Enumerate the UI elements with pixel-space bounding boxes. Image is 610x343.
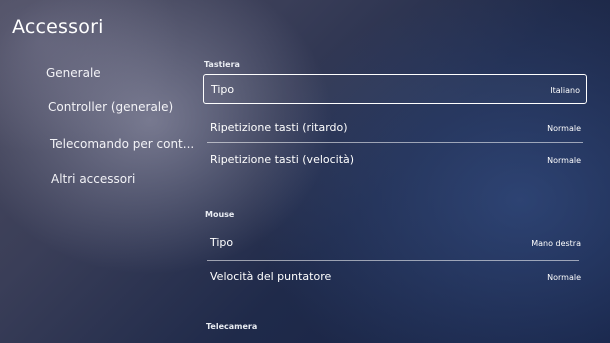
row-value: Mano destra bbox=[531, 239, 581, 248]
row-value: Italiano bbox=[550, 86, 580, 95]
row-label: Tipo bbox=[211, 83, 235, 96]
keyboard-type-row[interactable]: Tipo Italiano bbox=[203, 74, 587, 104]
divider bbox=[207, 142, 583, 143]
settings-screen: Accessori Generale Controller (generale)… bbox=[0, 0, 610, 343]
keyboard-repeat-delay-row[interactable]: Ripetizione tasti (ritardo) Normale bbox=[203, 113, 587, 143]
section-heading-camera: Telecamera bbox=[206, 322, 258, 331]
mouse-pointer-speed-row[interactable]: Velocità del puntatore Normale bbox=[203, 262, 587, 292]
row-value: Normale bbox=[547, 156, 581, 165]
sidebar-item-remote[interactable]: Telecomando per cont... bbox=[50, 137, 194, 151]
row-value: Normale bbox=[547, 124, 581, 133]
mouse-type-row[interactable]: Tipo Mano destra bbox=[203, 228, 587, 258]
row-label: Ripetizione tasti (ritardo) bbox=[210, 121, 348, 134]
row-value: Normale bbox=[547, 273, 581, 282]
sidebar: Generale Controller (generale) Telecoman… bbox=[0, 0, 194, 343]
section-heading-mouse: Mouse bbox=[205, 210, 235, 219]
sidebar-item-controller[interactable]: Controller (generale) bbox=[48, 100, 173, 114]
row-label: Tipo bbox=[210, 236, 234, 249]
sidebar-item-generale[interactable]: Generale bbox=[46, 66, 101, 80]
sidebar-item-other-accessories[interactable]: Altri accessori bbox=[51, 172, 135, 186]
row-label: Velocità del puntatore bbox=[210, 270, 332, 283]
section-heading-keyboard: Tastiera bbox=[204, 60, 240, 69]
keyboard-repeat-speed-row[interactable]: Ripetizione tasti (velocità) Normale bbox=[203, 145, 587, 175]
divider bbox=[207, 260, 579, 261]
row-label: Ripetizione tasti (velocità) bbox=[210, 153, 355, 166]
